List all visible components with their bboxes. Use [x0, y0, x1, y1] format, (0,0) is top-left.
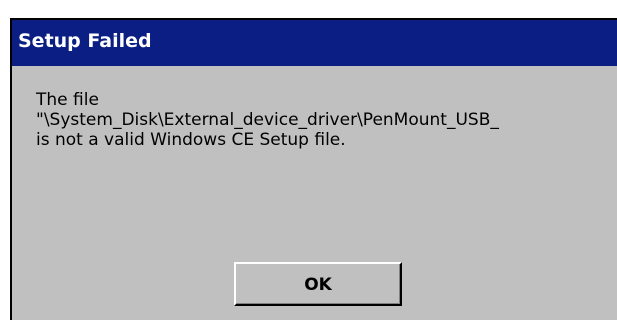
ok-button-label: OK: [304, 275, 332, 295]
title-bar[interactable]: Setup Failed: [12, 20, 617, 66]
setup-failed-dialog: Setup Failed The file "\System_Disk\Exte…: [10, 18, 617, 320]
ok-button[interactable]: OK: [234, 262, 402, 306]
error-message: The file "\System_Disk\External_device_d…: [36, 90, 611, 150]
dialog-title: Setup Failed: [18, 30, 152, 52]
message-line-file-path: "\System_Disk\External_device_driver\Pen…: [36, 110, 499, 130]
message-line: is not a valid Windows CE Setup file.: [36, 130, 346, 150]
message-line: The file: [36, 90, 99, 110]
